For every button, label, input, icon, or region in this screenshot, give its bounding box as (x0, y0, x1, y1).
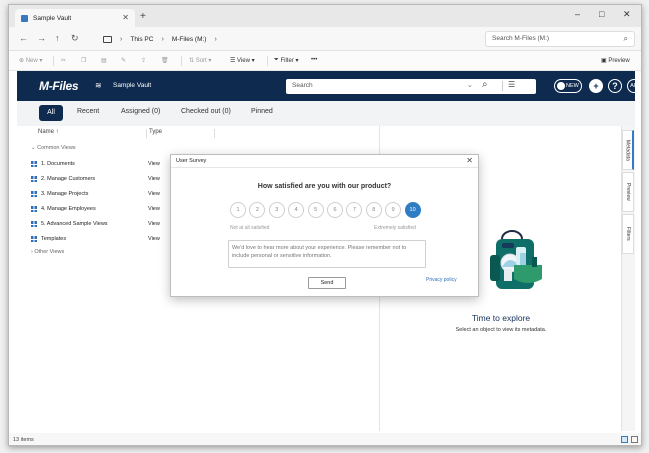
share-icon[interactable]: ⇪ (141, 57, 146, 64)
close-icon[interactable]: ✕ (466, 156, 473, 165)
rating-9-button[interactable]: 9 (385, 202, 402, 218)
rating-6-button[interactable]: 6 (327, 202, 343, 218)
tab-checked-out[interactable]: Checked out (0) (181, 108, 231, 115)
computer-icon (103, 36, 112, 43)
add-button[interactable]: + (589, 79, 603, 93)
view-icon (31, 221, 37, 227)
filter-tabs: All Recent Assigned (0) Checked out (0) … (17, 101, 635, 126)
maximize-button[interactable]: □ (599, 9, 604, 19)
rating-10-button[interactable]: 10 (404, 202, 421, 218)
title-bar: Sample Vault ✕ + – □ ✕ (9, 5, 641, 27)
tab-filters[interactable]: Filters (622, 214, 634, 254)
connection-icon: ≋ (95, 81, 102, 90)
forward-arrow-icon[interactable]: → (37, 33, 46, 43)
details-view-icon[interactable] (621, 436, 628, 443)
minimize-button[interactable]: – (575, 9, 580, 19)
column-header-name[interactable]: Name ↑ (38, 129, 59, 135)
feedback-textarea[interactable] (228, 240, 426, 268)
sort-button[interactable]: ⇅ Sort ▾ (189, 57, 211, 65)
search-options-chevron-icon[interactable]: ⌄ (467, 81, 473, 89)
view-icon (31, 191, 37, 197)
view-icon (31, 176, 37, 182)
tab-preview[interactable]: Preview (622, 172, 634, 212)
new-tab-button[interactable]: + (140, 11, 146, 22)
tab-recent[interactable]: Recent (77, 108, 99, 115)
advanced-search-icon[interactable]: ☰ (508, 80, 515, 89)
rename-icon[interactable]: ✎ (121, 57, 126, 64)
refresh-icon[interactable]: ↻ (71, 33, 79, 44)
survey-question: How satisfied are you with our product? (257, 183, 392, 190)
view-icon (31, 236, 37, 242)
mfiles-logo: M-Files (39, 79, 79, 93)
command-bar: ⊕ New ▾ ✂ ❐ ▤ ✎ ⇪ 🗑 ⇅ Sort ▾ ☰ View ▾ ⏷ … (9, 51, 641, 71)
rating-3-button[interactable]: 3 (268, 202, 285, 218)
view-icon (31, 161, 37, 167)
new-experience-toggle[interactable]: NEW (554, 79, 582, 93)
user-survey-dialog: User Survey ✕ How satisfied are you with… (170, 154, 479, 297)
user-avatar[interactable]: AH (627, 79, 641, 93)
rating-7-button[interactable]: 7 (346, 202, 363, 218)
privacy-policy-link[interactable]: Privacy policy (426, 277, 457, 283)
up-arrow-icon[interactable]: ↑ (55, 33, 60, 43)
tab-all[interactable]: All (39, 105, 63, 121)
breadcrumb-mfiles-drive[interactable]: M-Files (M:) (172, 36, 207, 43)
tab-close-icon[interactable]: ✕ (122, 13, 129, 22)
tab-metadata[interactable]: Metadata (622, 130, 634, 170)
vault-name[interactable]: Sample Vault (113, 82, 151, 89)
column-header-type[interactable]: Type (149, 129, 162, 135)
breadcrumb[interactable]: › This PC › M-Files (M:) › (103, 33, 225, 46)
mfiles-search-input[interactable]: Search ⌄ ⌕ ☰ (286, 79, 536, 94)
preview-pane-button[interactable]: ▣ Preview (601, 57, 630, 65)
mfiles-header: M-Files ≋ Sample Vault Search ⌄ ⌕ ☰ NEW … (17, 71, 641, 101)
help-button[interactable]: ? (608, 79, 622, 93)
item-count: 13 items (13, 437, 34, 443)
explorer-window: Sample Vault ✕ + – □ ✕ ← → ↑ ↻ › This PC… (8, 4, 642, 446)
copy-icon[interactable]: ❐ (81, 57, 86, 64)
filter-button[interactable]: ⏷ Filter ▾ (274, 57, 299, 64)
explorer-search-input[interactable]: Search M-Files (M:) ⌕ (485, 31, 635, 47)
view-button[interactable]: ☰ View ▾ (230, 57, 255, 65)
close-window-button[interactable]: ✕ (623, 9, 631, 20)
browser-tab[interactable]: Sample Vault ✕ (15, 9, 135, 27)
back-arrow-icon[interactable]: ← (19, 33, 28, 43)
more-options-button[interactable]: ••• (311, 57, 317, 63)
rating-2-button[interactable]: 2 (249, 202, 266, 218)
search-icon[interactable]: ⌕ (482, 79, 488, 90)
status-bar: 13 items (9, 433, 641, 445)
dialog-title: User Survey (176, 158, 207, 164)
group-other-views[interactable]: › Other Views (31, 249, 64, 255)
address-bar: ← → ↑ ↻ › This PC › M-Files (M:) › Searc… (9, 27, 641, 51)
group-common-views[interactable]: ⌄ Common Views (31, 145, 76, 151)
breadcrumb-this-pc[interactable]: This PC (130, 36, 153, 43)
tiles-view-icon[interactable] (631, 436, 638, 443)
send-button[interactable]: Send (308, 277, 346, 289)
rating-4-button[interactable]: 4 (288, 202, 305, 218)
vault-icon (21, 14, 28, 22)
toggle-knob (557, 82, 565, 90)
scale-low-label: Not at all satisfied (230, 225, 270, 231)
empty-state-title: Time to explore (471, 313, 531, 323)
tab-assigned[interactable]: Assigned (0) (121, 108, 160, 115)
cut-icon[interactable]: ✂ (61, 57, 66, 64)
paste-icon[interactable]: ▤ (101, 57, 107, 64)
side-tab-strip: Metadata Preview Filters (621, 126, 635, 431)
scale-high-label: Extremely satisfied (374, 225, 416, 231)
explore-illustration (490, 230, 542, 289)
delete-icon[interactable]: 🗑 (161, 57, 169, 64)
tab-pinned[interactable]: Pinned (251, 108, 273, 115)
empty-state-subtitle: Select an object to view its metadata. (455, 327, 547, 333)
rating-8-button[interactable]: 8 (365, 202, 382, 218)
view-icon (31, 206, 37, 212)
rating-1-button[interactable]: 1 (230, 202, 246, 218)
search-icon: ⌕ (623, 34, 628, 43)
new-button[interactable]: ⊕ New ▾ (19, 57, 42, 65)
rating-5-button[interactable]: 5 (307, 202, 324, 218)
tab-title: Sample Vault (33, 14, 72, 22)
